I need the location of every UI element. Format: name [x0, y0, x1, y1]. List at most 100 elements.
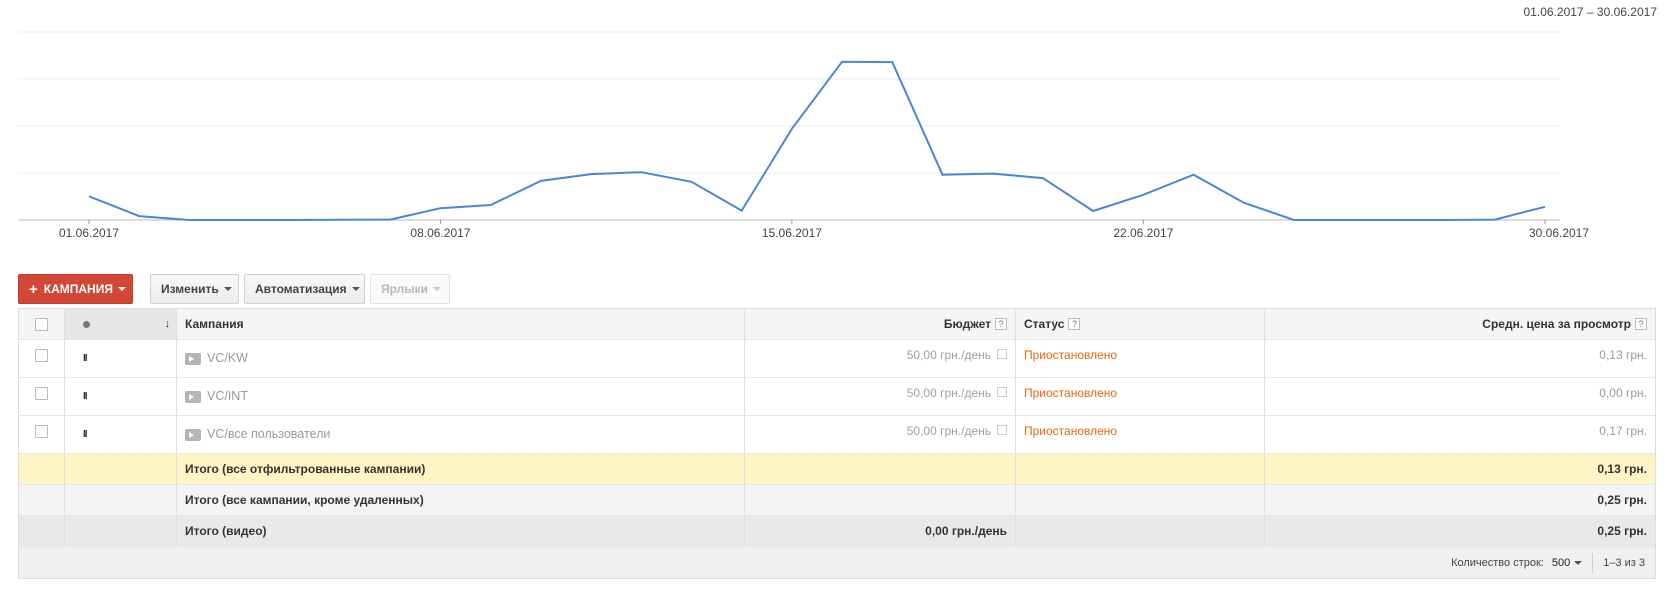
table-row: II VC/KW 50,00 грн./день Приостановлено …: [19, 340, 1655, 378]
empty-cell: [19, 485, 65, 515]
avg-price-value: 0,13 грн.: [1599, 348, 1647, 362]
video-camera-icon: [185, 391, 201, 403]
status-cell: Приостановлено: [1016, 378, 1265, 415]
status-value: Приостановлено: [1024, 386, 1118, 400]
campaign-name-link[interactable]: VC/KW: [207, 351, 248, 365]
plus-icon: +: [29, 280, 38, 298]
pause-icon[interactable]: II: [83, 386, 87, 402]
campaign-column-header[interactable]: Кампания: [177, 309, 745, 339]
campaign-cell: VC/KW: [177, 340, 745, 377]
chevron-down-icon: [223, 287, 232, 291]
x-tick-label: 01.06.2017: [59, 226, 119, 240]
campaign-name-link[interactable]: VC/все пользователи: [207, 427, 330, 441]
row-checkbox[interactable]: [35, 425, 48, 438]
price-cell: 0,17 грн.: [1265, 416, 1655, 453]
pause-icon[interactable]: II: [83, 348, 87, 364]
total-price: 0,25 грн.: [1597, 493, 1647, 507]
total-price: 0,13 грн.: [1597, 462, 1647, 476]
chart-series-line: [88, 60, 1546, 221]
video-camera-icon: [185, 353, 201, 365]
empty-cell: [19, 516, 65, 546]
budget-value[interactable]: 50,00 грн./день: [907, 348, 991, 362]
help-icon[interactable]: ?: [1068, 318, 1081, 330]
campaign-header-label: Кампания: [185, 317, 244, 331]
total-label-cell: Итого (видео): [177, 516, 745, 546]
total-label: Итого (видео): [185, 524, 267, 538]
row-select-cell: [19, 416, 65, 453]
x-tick-label: 08.06.2017: [410, 226, 470, 240]
budget-cell: 50,00 грн./день: [745, 416, 1016, 453]
empty-cell: [19, 454, 65, 484]
add-campaign-button[interactable]: + КАМПАНИЯ: [18, 274, 133, 304]
budget-cell: 50,00 грн./день: [745, 378, 1016, 415]
price-cell: 0,00 грн.: [1265, 378, 1655, 415]
x-tick-label: 22.06.2017: [1113, 226, 1173, 240]
avg-price-value: 0,17 грн.: [1599, 424, 1647, 438]
chart-gridlines: [18, 31, 1560, 221]
total-price-cell: 0,25 грн.: [1265, 516, 1655, 546]
help-icon[interactable]: ?: [1635, 318, 1647, 330]
campaign-cell: VC/все пользователи: [177, 416, 745, 453]
total-label: Итого (все кампании, кроме удаленных): [185, 493, 424, 507]
row-state-cell: II: [65, 378, 177, 415]
total-price-cell: 0,25 грн.: [1265, 485, 1655, 515]
empty-cell: [1016, 516, 1265, 546]
empty-cell: [65, 485, 177, 515]
campaign-cell: VC/INT: [177, 378, 745, 415]
avg-price-column-header[interactable]: Средн. цена за просмотр ?: [1265, 309, 1655, 339]
total-label-cell: Итого (все кампании, кроме удаленных): [177, 485, 745, 515]
total-label-cell: Итого (все отфильтрованные кампании): [177, 454, 745, 484]
total-label: Итого (все отфильтрованные кампании): [185, 462, 426, 476]
edit-budget-icon[interactable]: [997, 349, 1007, 359]
empty-cell: [1016, 485, 1265, 515]
pause-icon[interactable]: II: [83, 424, 87, 440]
edit-budget-icon[interactable]: [997, 425, 1007, 435]
labels-label: Ярлыки: [381, 282, 428, 296]
chart-x-ticks: 01.06.2017 08.06.2017 15.06.2017 22.06.2017…: [59, 220, 1589, 240]
status-column-header[interactable]: Статус ?: [1016, 309, 1265, 339]
total-price-cell: 0,13 грн.: [1265, 454, 1655, 484]
chevron-down-icon: [1574, 560, 1583, 565]
budget-cell: 50,00 грн./день: [745, 340, 1016, 377]
row-state-cell: II: [65, 416, 177, 453]
status-header-label: Статус: [1024, 317, 1065, 331]
empty-cell: [65, 516, 177, 546]
edit-label: Изменить: [161, 282, 219, 296]
help-icon[interactable]: ?: [995, 318, 1007, 330]
status-dot-icon: [83, 320, 90, 328]
budget-value[interactable]: 50,00 грн./день: [907, 424, 991, 438]
total-budget-cell: 0,00 грн./день: [745, 516, 1016, 546]
table-row: II VC/все пользователи 50,00 грн./день П…: [19, 416, 1655, 454]
table-header-row: ↓ Кампания Бюджет ? Статус ? Средн. цена…: [19, 309, 1655, 340]
row-checkbox[interactable]: [35, 387, 48, 400]
status-value: Приостановлено: [1024, 348, 1118, 362]
labels-dropdown-button[interactable]: Ярлыки: [370, 274, 450, 304]
add-campaign-label: КАМПАНИЯ: [43, 282, 113, 296]
status-dot-header[interactable]: ↓: [65, 309, 177, 339]
rows-count-label: Количество строк:: [1451, 556, 1544, 569]
edit-budget-icon[interactable]: [997, 387, 1007, 397]
budget-value[interactable]: 50,00 грн./день: [907, 386, 991, 400]
automation-label: Автоматизация: [255, 282, 347, 296]
automation-dropdown-button[interactable]: Автоматизация: [244, 274, 365, 304]
select-all-checkbox[interactable]: [35, 317, 48, 331]
status-value: Приостановлено: [1024, 424, 1118, 438]
price-cell: 0,13 грн.: [1265, 340, 1655, 377]
row-checkbox[interactable]: [35, 349, 48, 362]
empty-cell: [65, 454, 177, 484]
status-cell: Приостановлено: [1016, 340, 1265, 377]
video-camera-icon: [185, 429, 201, 441]
table-footer: Количество строк: 500 1–3 из 3: [19, 547, 1655, 579]
campaign-name-link[interactable]: VC/INT: [207, 389, 248, 403]
edit-dropdown-button[interactable]: Изменить: [150, 274, 239, 304]
avg-price-header-label: Средн. цена за просмотр: [1482, 317, 1631, 331]
rows-per-page-select[interactable]: 500: [1551, 556, 1583, 569]
chevron-down-icon: [117, 287, 126, 291]
row-select-cell: [19, 340, 65, 377]
row-select-cell: [19, 378, 65, 415]
total-budget: 0,00 грн./день: [925, 524, 1007, 538]
budget-column-header[interactable]: Бюджет ?: [745, 309, 1016, 339]
rows-per-page-value: 500: [1551, 556, 1571, 569]
total-row-video: Итого (видео) 0,00 грн./день 0,25 грн.: [19, 516, 1655, 547]
total-budget-cell: [745, 454, 1016, 484]
